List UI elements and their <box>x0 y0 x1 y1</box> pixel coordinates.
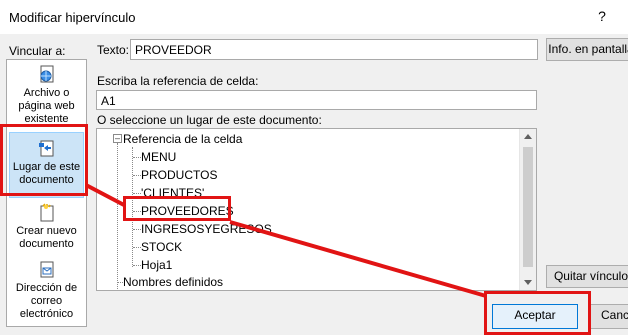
annotation-arrow-line <box>85 183 125 207</box>
annotation-arrow-line <box>229 220 487 298</box>
annotation-overlay <box>85 183 487 298</box>
annotation-box-ok <box>484 291 591 335</box>
annotation-box-place-in-document <box>0 124 88 196</box>
annotation-box-proveedores <box>123 196 231 221</box>
